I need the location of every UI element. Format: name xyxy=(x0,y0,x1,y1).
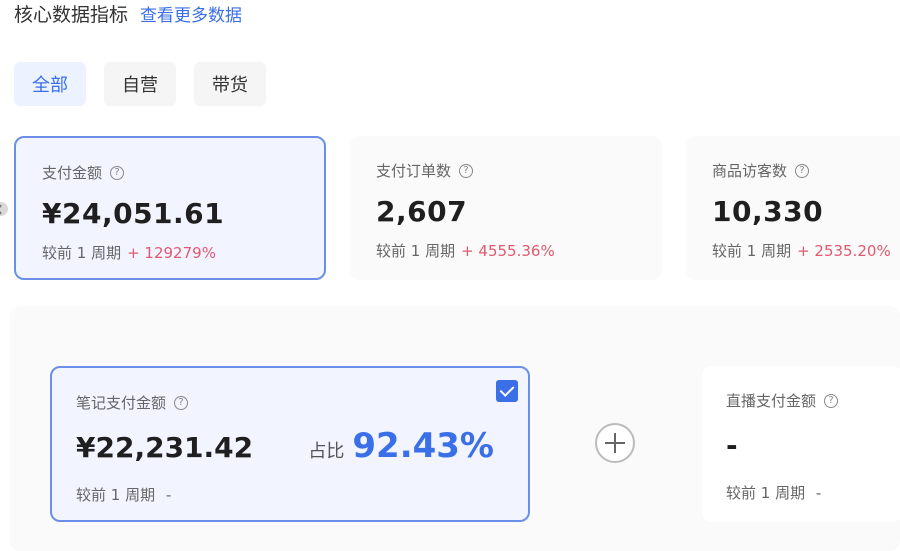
metric-compare: 较前 1 周期 + 129279% xyxy=(42,244,216,262)
note-payment-compare: 较前 1 周期 - xyxy=(76,486,172,504)
live-payment-card[interactable]: 直播支付金额 ? - 较前 1 周期 - xyxy=(702,366,900,522)
metric-compare: 较前 1 周期 + 4555.36% xyxy=(376,242,555,260)
question-circle-icon[interactable]: ? xyxy=(795,163,810,178)
filter-tabs: 全部 自营 带货 xyxy=(14,62,266,106)
note-payment-label: 笔记支付金额 ? xyxy=(76,392,504,413)
tab-affiliate[interactable]: 带货 xyxy=(194,62,266,106)
share-value: 92.43% xyxy=(352,426,494,466)
metric-change: + 2535.20% xyxy=(797,242,891,260)
question-circle-icon[interactable]: ? xyxy=(459,163,474,178)
tab-all[interactable]: 全部 xyxy=(14,62,86,106)
metric-value: 10,330 xyxy=(712,195,824,228)
metric-card-order-count[interactable]: 支付订单数 ? 2,607 较前 1 周期 + 4555.36% xyxy=(350,136,662,280)
metric-card-visitors[interactable]: 商品访客数 ? 10,330 较前 1 周期 + 2535.20% xyxy=(686,136,900,280)
metric-label: 支付订单数 ? xyxy=(376,160,636,181)
question-circle-icon[interactable]: ? xyxy=(174,395,189,410)
note-payment-card[interactable]: 笔记支付金额 ? ¥22,231.42 占比 92.43% 较前 1 周期 - xyxy=(50,366,530,522)
section-title: 核心数据指标 xyxy=(14,3,129,26)
scroll-left-icon[interactable] xyxy=(0,202,8,216)
metric-compare: 较前 1 周期 + 2535.20% xyxy=(712,242,891,260)
question-circle-icon[interactable]: ? xyxy=(824,393,839,408)
view-more-link[interactable]: 查看更多数据 xyxy=(140,1,242,26)
tab-self-operated[interactable]: 自营 xyxy=(104,62,176,106)
share-label: 占比 xyxy=(308,441,345,462)
share-ratio: 占比 92.43% xyxy=(308,426,494,466)
metric-change: + 129279% xyxy=(127,244,216,262)
metric-value: ¥24,051.61 xyxy=(42,197,225,230)
live-payment-value: - xyxy=(726,429,738,462)
metric-label: 商品访客数 ? xyxy=(712,160,874,181)
metric-change: + 4555.36% xyxy=(461,242,555,260)
live-payment-label: 直播支付金额 ? xyxy=(726,390,878,411)
checkbox-checked-icon[interactable] xyxy=(496,380,518,402)
metric-card-payment-amount[interactable]: 支付金额 ? ¥24,051.61 较前 1 周期 + 129279% xyxy=(14,136,326,280)
question-circle-icon[interactable]: ? xyxy=(110,165,125,180)
metric-value: 2,607 xyxy=(376,195,468,228)
plus-circle-icon[interactable] xyxy=(595,423,635,463)
live-payment-compare: 较前 1 周期 - xyxy=(726,484,822,502)
metric-label: 支付金额 ? xyxy=(42,162,298,183)
section-header: 核心数据指标 查看更多数据 xyxy=(14,0,242,26)
